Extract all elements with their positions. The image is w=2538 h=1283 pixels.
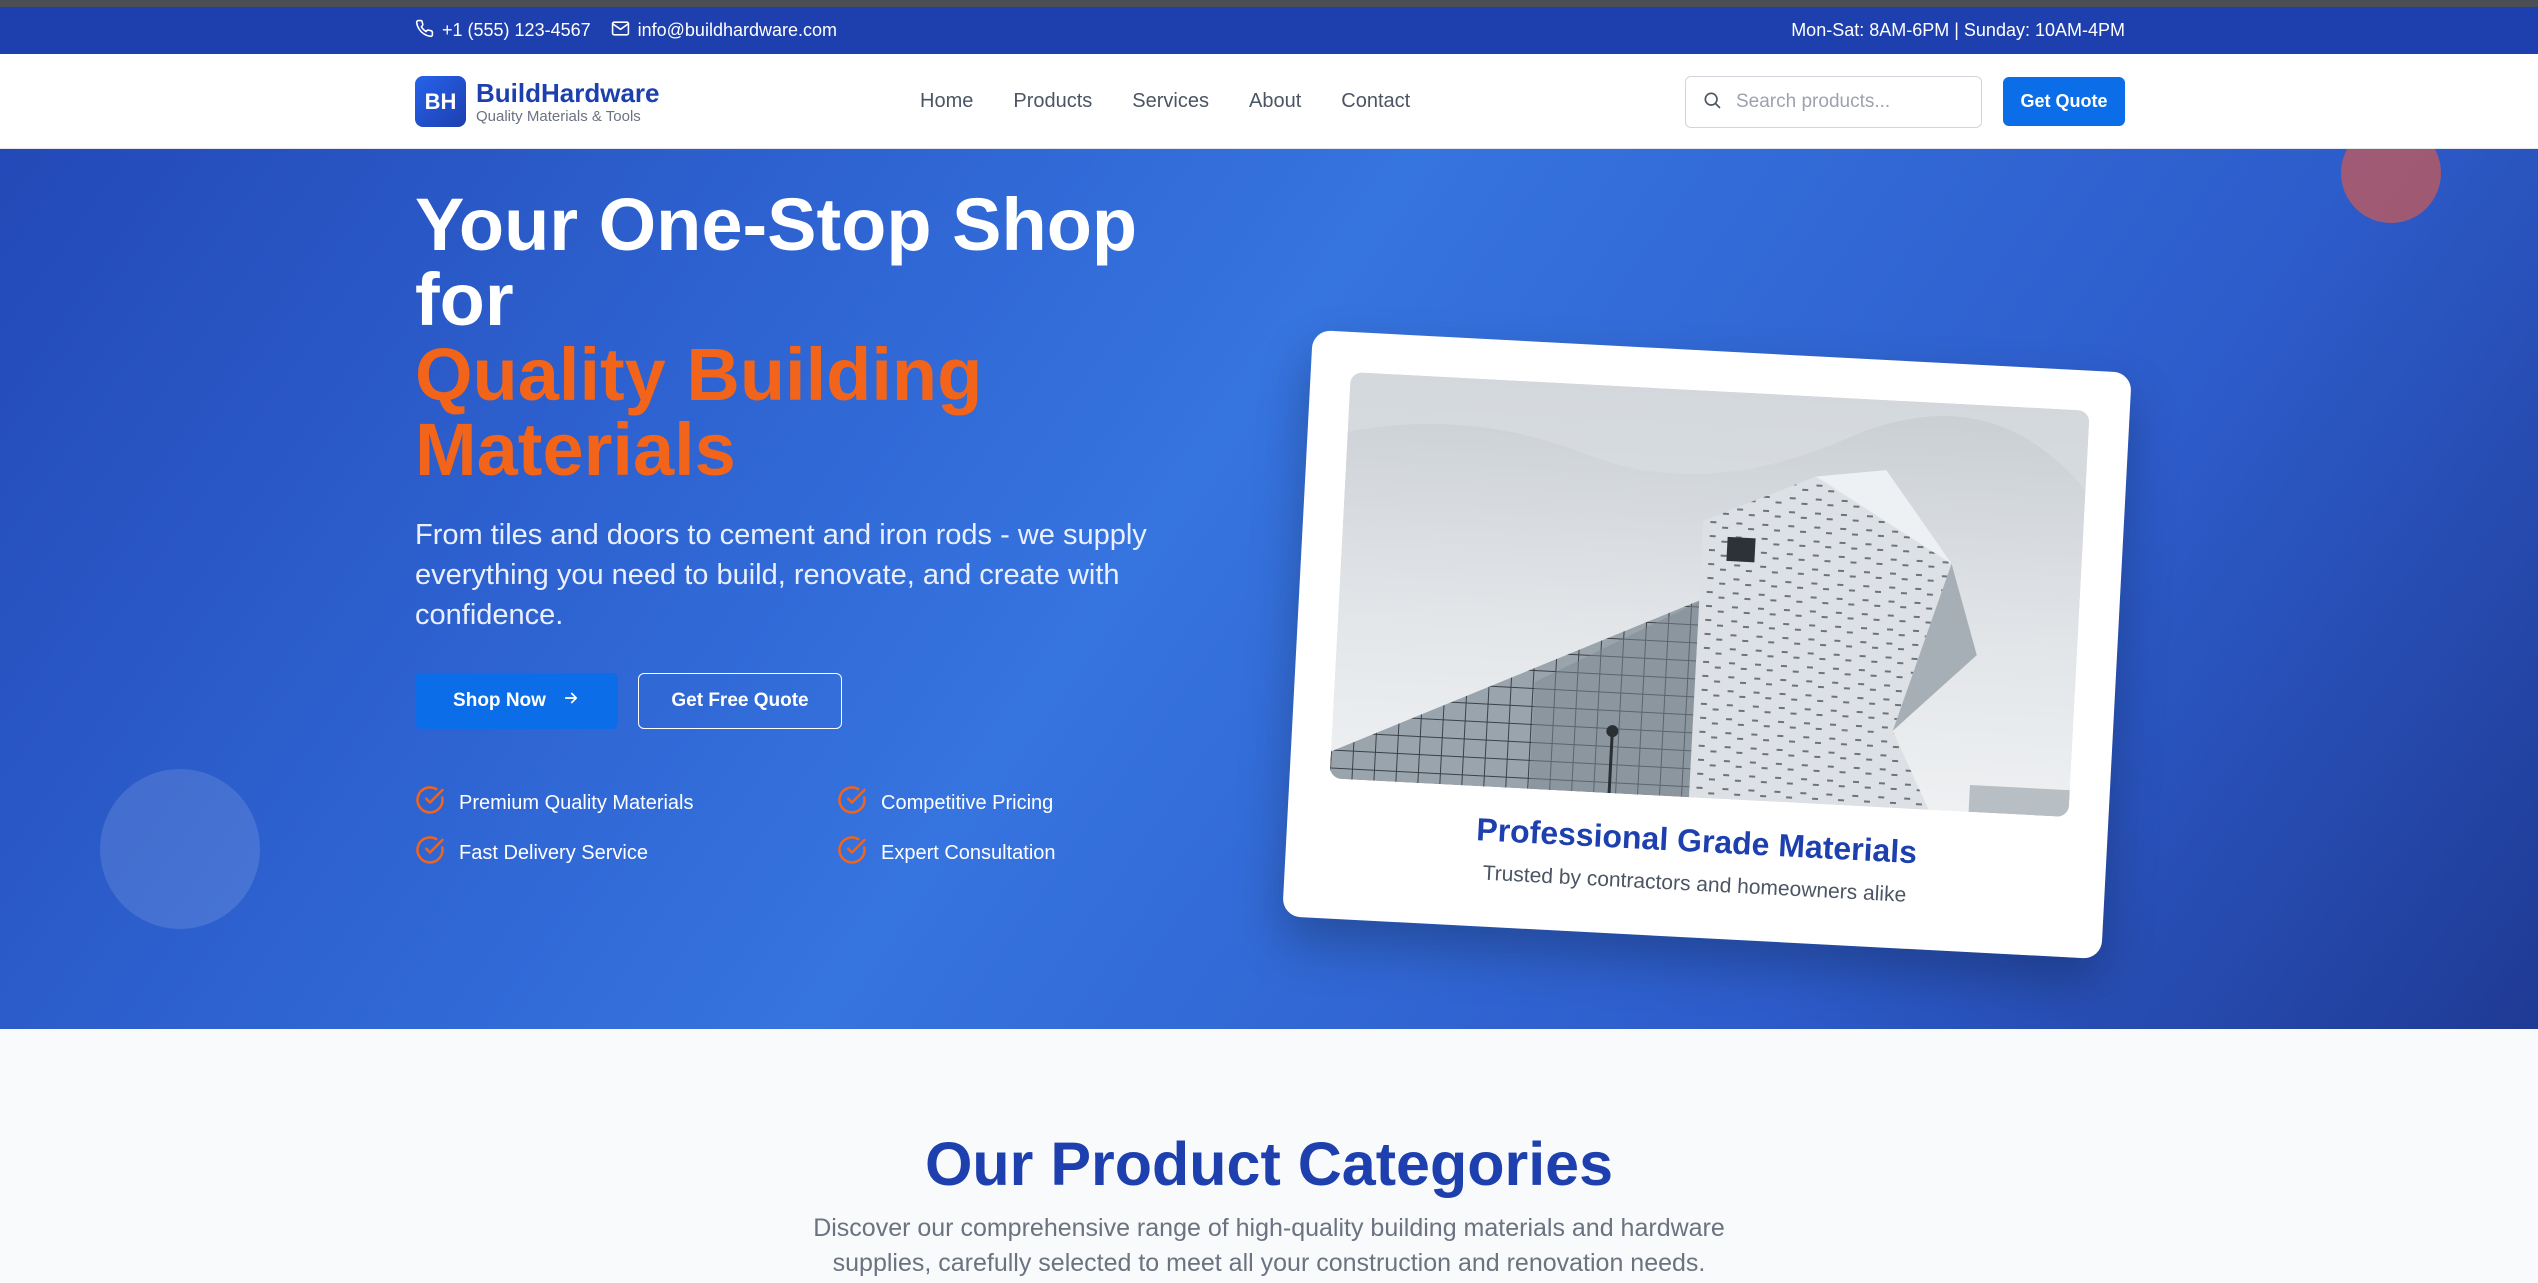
decorative-circle: [2341, 149, 2441, 223]
get-quote-button[interactable]: Get Quote: [2003, 77, 2125, 126]
feature-item: Competitive Pricing: [837, 785, 1137, 821]
contact-email[interactable]: info@buildhardware.com: [611, 19, 837, 43]
mail-icon: [611, 19, 630, 43]
hero-title: Your One-Stop Shop for Quality Building …: [415, 187, 1235, 487]
browser-chrome-strip: [0, 0, 2538, 7]
main-navbar: BH BuildHardware Quality Materials & Too…: [0, 54, 2538, 149]
nav-services[interactable]: Services: [1132, 90, 1209, 113]
feature-label: Premium Quality Materials: [459, 791, 694, 814]
feature-item: Premium Quality Materials: [415, 785, 837, 821]
shop-now-button[interactable]: Shop Now: [415, 673, 618, 729]
top-info-bar: +1 (555) 123-4567 info@buildhardware.com…: [0, 7, 2538, 54]
nav-about[interactable]: About: [1249, 90, 1301, 113]
arrow-right-icon: [562, 689, 580, 713]
check-circle-icon: [415, 835, 445, 871]
check-circle-icon: [415, 785, 445, 821]
showcase-card: Professional Grade Materials Trusted by …: [1282, 329, 2132, 960]
feature-list: Premium Quality Materials Competitive Pr…: [415, 785, 1056, 871]
email-address: info@buildhardware.com: [637, 20, 837, 40]
logo-mark: BH: [415, 76, 466, 127]
hero-title-main: Your One-Stop Shop for: [415, 183, 1138, 341]
categories-description: Discover our comprehensive range of high…: [813, 1214, 1725, 1277]
hero-title-accent: Quality Building Materials: [415, 333, 983, 491]
decorative-circle: [100, 769, 260, 929]
feature-label: Fast Delivery Service: [459, 841, 648, 864]
feature-item: Fast Delivery Service: [415, 835, 837, 871]
check-circle-icon: [837, 785, 867, 821]
brand-name: BuildHardware: [476, 77, 660, 108]
feature-label: Competitive Pricing: [881, 791, 1054, 814]
brand-logo[interactable]: BH BuildHardware Quality Materials & Too…: [415, 76, 660, 127]
nav-home[interactable]: Home: [920, 90, 973, 113]
categories-title: Our Product Categories: [924, 1130, 1614, 1198]
nav-contact[interactable]: Contact: [1341, 90, 1410, 113]
search-box[interactable]: [1685, 76, 1982, 128]
phone-icon: [415, 19, 434, 43]
hero-subtitle: From tiles and doors to cement and iron …: [415, 519, 1147, 631]
search-icon: [1702, 90, 1722, 115]
feature-label: Expert Consultation: [881, 841, 1056, 864]
nav-menu: Home Products Services About Contact: [920, 54, 1410, 149]
shop-now-label: Shop Now: [453, 690, 546, 711]
product-categories-section: Our Product Categories Discover our comp…: [0, 1029, 2538, 1283]
check-circle-icon: [837, 835, 867, 871]
phone-number: +1 (555) 123-4567: [442, 20, 591, 40]
building-photo: [1329, 371, 2090, 818]
brand-tagline: Quality Materials & Tools: [476, 107, 641, 125]
get-free-quote-button[interactable]: Get Free Quote: [638, 673, 842, 729]
contact-phone[interactable]: +1 (555) 123-4567: [415, 19, 591, 43]
business-hours: Mon-Sat: 8AM-6PM | Sunday: 10AM-4PM: [1791, 20, 2125, 40]
hero-section: Your One-Stop Shop for Quality Building …: [0, 149, 2538, 1029]
feature-item: Expert Consultation: [837, 835, 1137, 871]
nav-products[interactable]: Products: [1013, 90, 1092, 113]
search-input[interactable]: [1736, 91, 1956, 113]
